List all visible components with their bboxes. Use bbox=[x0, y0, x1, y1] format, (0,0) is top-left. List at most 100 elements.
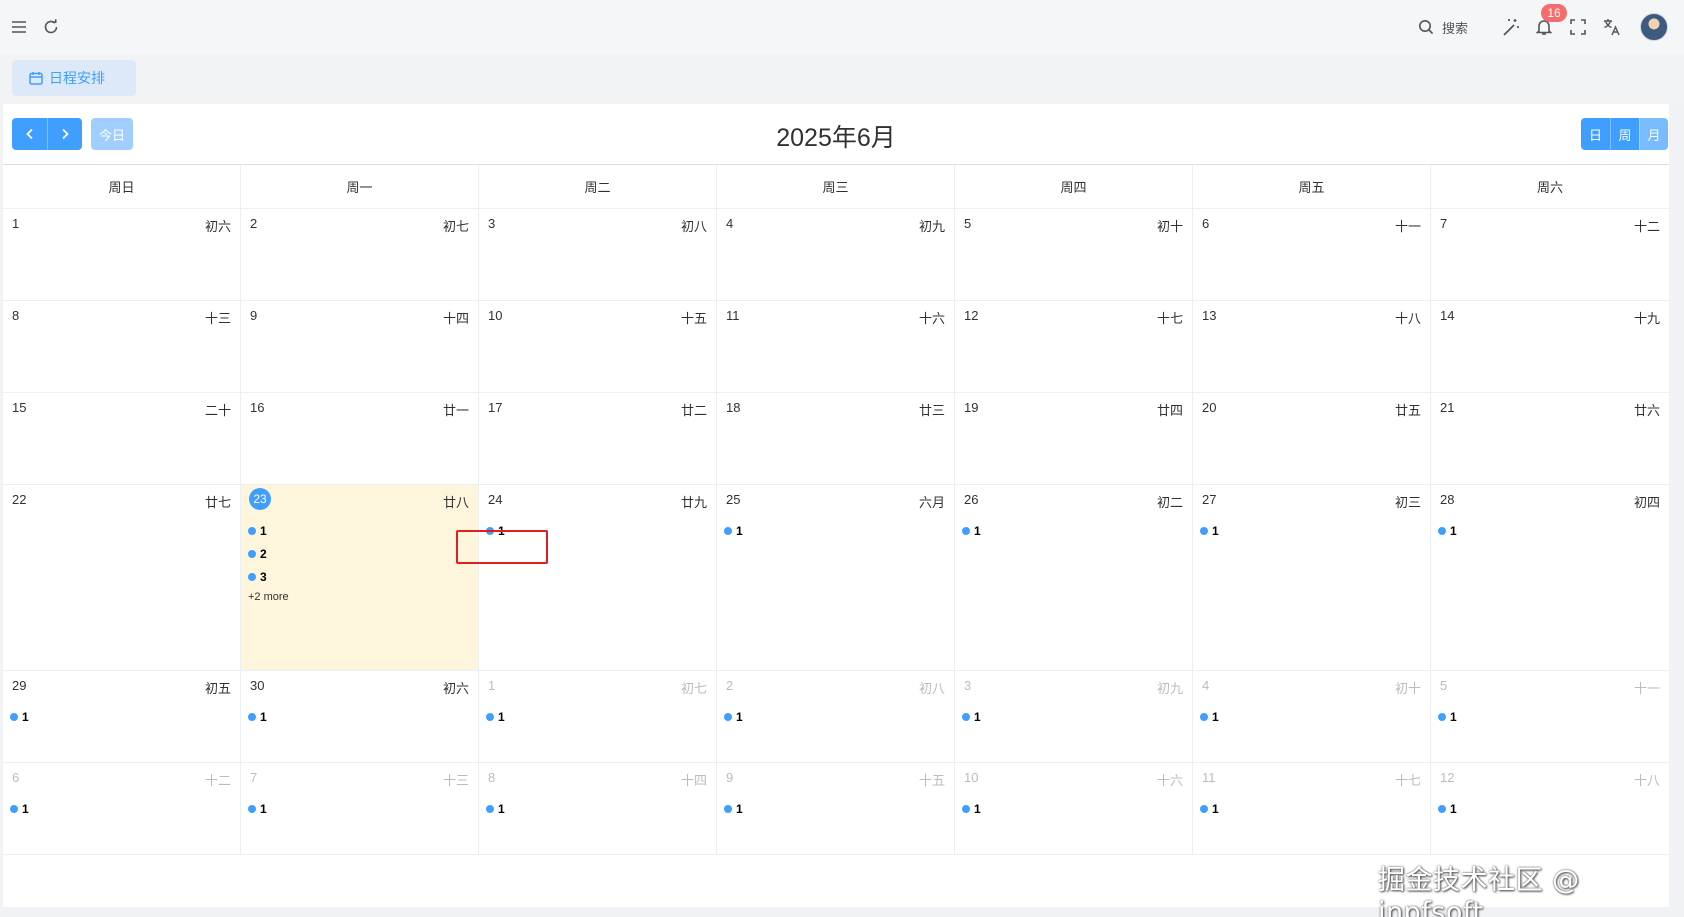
event-item[interactable]: 1 bbox=[723, 797, 950, 820]
search-box[interactable]: 搜索 bbox=[1418, 14, 1468, 40]
day-cell[interactable]: 6 十一 bbox=[1193, 209, 1431, 300]
notification-badge: 16 bbox=[1541, 4, 1567, 22]
event-item[interactable]: 1 bbox=[961, 519, 1188, 542]
day-cell[interactable]: 12 十八 1 bbox=[1431, 763, 1669, 854]
day-cell[interactable]: 10 十五 bbox=[479, 301, 717, 392]
day-cell[interactable]: 16 廿一 bbox=[241, 393, 479, 484]
day-cell[interactable]: 28 初四 1 bbox=[1431, 485, 1669, 670]
event-label: 1 bbox=[1450, 523, 1457, 538]
day-cell[interactable]: 9 十五 1 bbox=[717, 763, 955, 854]
event-item[interactable]: 1 bbox=[1437, 797, 1665, 820]
event-label: 1 bbox=[1450, 709, 1457, 724]
day-cell[interactable]: 2 初七 bbox=[241, 209, 479, 300]
day-cell[interactable]: 26 初二 1 bbox=[955, 485, 1193, 670]
refresh-icon[interactable] bbox=[40, 16, 62, 38]
lunar-date: 廿三 bbox=[918, 403, 945, 418]
day-cell[interactable]: 25 六月 1 bbox=[717, 485, 955, 670]
lunar-date: 廿六 bbox=[1633, 403, 1660, 418]
day-cell[interactable]: 30 初六 1 bbox=[241, 671, 479, 762]
event-item[interactable]: 1 bbox=[485, 705, 712, 728]
day-cell[interactable]: 4 初十 1 bbox=[1193, 671, 1431, 762]
weekday-header: 周四 bbox=[955, 165, 1193, 208]
day-cell[interactable]: 8 十三 bbox=[3, 301, 241, 392]
event-dot-icon bbox=[724, 712, 732, 721]
calendar-header: 今日 2025年6月 日 周 月 bbox=[3, 104, 1669, 164]
day-cell[interactable]: 1 初七 1 bbox=[479, 671, 717, 762]
day-cell[interactable]: 11 十六 bbox=[717, 301, 955, 392]
day-cell[interactable]: 22 廿七 bbox=[3, 485, 241, 670]
event-item[interactable]: 3 bbox=[247, 565, 474, 588]
event-item[interactable]: 1 bbox=[1199, 797, 1426, 820]
day-cell[interactable]: 20 廿五 bbox=[1193, 393, 1431, 484]
view-month-button[interactable]: 月 bbox=[1639, 118, 1668, 150]
event-item[interactable]: 1 bbox=[961, 705, 1188, 728]
day-cell[interactable]: 19 廿四 bbox=[955, 393, 1193, 484]
event-item[interactable]: 1 bbox=[1199, 705, 1426, 728]
event-item[interactable]: 1 bbox=[723, 705, 950, 728]
day-cell[interactable]: 23 廿八 1 2 3 +2 more bbox=[241, 485, 479, 670]
event-item[interactable]: 1 bbox=[961, 797, 1188, 820]
day-cell[interactable]: 7 十三 1 bbox=[241, 763, 479, 854]
avatar[interactable] bbox=[1640, 13, 1668, 41]
day-cell[interactable]: 18 廿三 bbox=[717, 393, 955, 484]
lunar-date: 廿九 bbox=[680, 495, 707, 510]
view-day-button[interactable]: 日 bbox=[1581, 118, 1610, 150]
lunar-date: 初九 bbox=[1156, 681, 1183, 696]
date-number: 4 bbox=[1202, 678, 1210, 693]
event-dot-icon bbox=[486, 712, 494, 721]
view-week-button[interactable]: 周 bbox=[1610, 118, 1639, 150]
day-cell[interactable]: 15 二十 bbox=[3, 393, 241, 484]
day-cell[interactable]: 13 十八 bbox=[1193, 301, 1431, 392]
event-item[interactable]: 1 bbox=[9, 797, 236, 820]
day-cell[interactable]: 3 初八 bbox=[479, 209, 717, 300]
menu-icon[interactable] bbox=[8, 16, 30, 38]
day-cell[interactable]: 5 十一 1 bbox=[1431, 671, 1669, 762]
day-cell[interactable]: 12 十七 bbox=[955, 301, 1193, 392]
event-item[interactable]: 1 bbox=[247, 519, 474, 542]
magic-wand-icon[interactable] bbox=[1500, 16, 1522, 38]
date-number: 26 bbox=[964, 492, 979, 507]
day-cell[interactable]: 11 十七 1 bbox=[1193, 763, 1431, 854]
day-cell[interactable]: 9 十四 bbox=[241, 301, 479, 392]
event-item[interactable]: 1 bbox=[247, 705, 474, 728]
day-cell[interactable]: 8 十四 1 bbox=[479, 763, 717, 854]
day-cell[interactable]: 14 十九 bbox=[1431, 301, 1669, 392]
event-item[interactable]: 1 bbox=[9, 705, 236, 728]
more-events-link[interactable]: +2 more bbox=[247, 588, 474, 606]
lunar-date: 初九 bbox=[918, 219, 945, 234]
date-number: 14 bbox=[1440, 308, 1455, 323]
day-cell[interactable]: 29 初五 1 bbox=[3, 671, 241, 762]
event-list: 1 bbox=[723, 519, 950, 542]
event-item[interactable]: 1 bbox=[723, 519, 950, 542]
event-item[interactable]: 1 bbox=[1437, 519, 1665, 542]
day-cell[interactable]: 7 十二 bbox=[1431, 209, 1669, 300]
event-item[interactable]: 1 bbox=[1437, 705, 1665, 728]
tab-schedule[interactable]: 日程安排 bbox=[12, 60, 136, 96]
lunar-date: 初六 bbox=[204, 219, 231, 234]
day-cell[interactable]: 24 廿九 1 bbox=[479, 485, 717, 670]
day-cell[interactable]: 10 十六 1 bbox=[955, 763, 1193, 854]
event-dot-icon bbox=[248, 549, 256, 558]
day-cell[interactable]: 3 初九 1 bbox=[955, 671, 1193, 762]
day-cell[interactable]: 4 初九 bbox=[717, 209, 955, 300]
event-list: 1 bbox=[1199, 519, 1426, 542]
day-cell[interactable]: 5 初十 bbox=[955, 209, 1193, 300]
date-number: 17 bbox=[488, 400, 503, 415]
translate-icon[interactable] bbox=[1601, 16, 1623, 38]
event-item[interactable]: 1 bbox=[1199, 519, 1426, 542]
weekday-header: 周日 bbox=[3, 165, 241, 208]
day-cell[interactable]: 17 廿二 bbox=[479, 393, 717, 484]
day-cell[interactable]: 21 廿六 bbox=[1431, 393, 1669, 484]
event-item[interactable]: 1 bbox=[485, 797, 712, 820]
day-cell[interactable]: 1 初六 bbox=[3, 209, 241, 300]
event-item[interactable]: 2 bbox=[247, 542, 474, 565]
lunar-date: 初四 bbox=[1633, 495, 1660, 510]
fullscreen-icon[interactable] bbox=[1567, 16, 1589, 38]
event-item[interactable]: 1 bbox=[247, 797, 474, 820]
event-list: 1 bbox=[1437, 797, 1665, 820]
date-number: 2 bbox=[726, 678, 734, 693]
day-cell[interactable]: 27 初三 1 bbox=[1193, 485, 1431, 670]
day-cell[interactable]: 6 十二 1 bbox=[3, 763, 241, 854]
day-cell[interactable]: 2 初八 1 bbox=[717, 671, 955, 762]
lunar-date: 十九 bbox=[1633, 311, 1660, 326]
